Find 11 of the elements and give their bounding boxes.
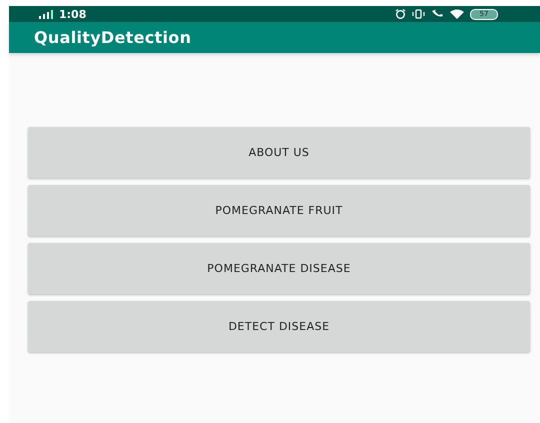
menu-button[interactable]: POMEGRANATE DISEASE [28, 243, 530, 294]
alarm-icon [395, 9, 406, 19]
wifi-icon [450, 9, 464, 19]
menu-button[interactable]: POMEGRANATE FRUIT [28, 185, 530, 236]
phone-icon [431, 9, 444, 19]
vibrate-icon [412, 9, 425, 19]
menu-button[interactable]: ABOUT US [28, 127, 530, 178]
menu-button[interactable]: DETECT DISEASE [28, 301, 530, 352]
signal-icon [39, 10, 53, 18]
status-time: 1:08 [59, 8, 86, 20]
app-title: QualityDetection [34, 28, 192, 47]
